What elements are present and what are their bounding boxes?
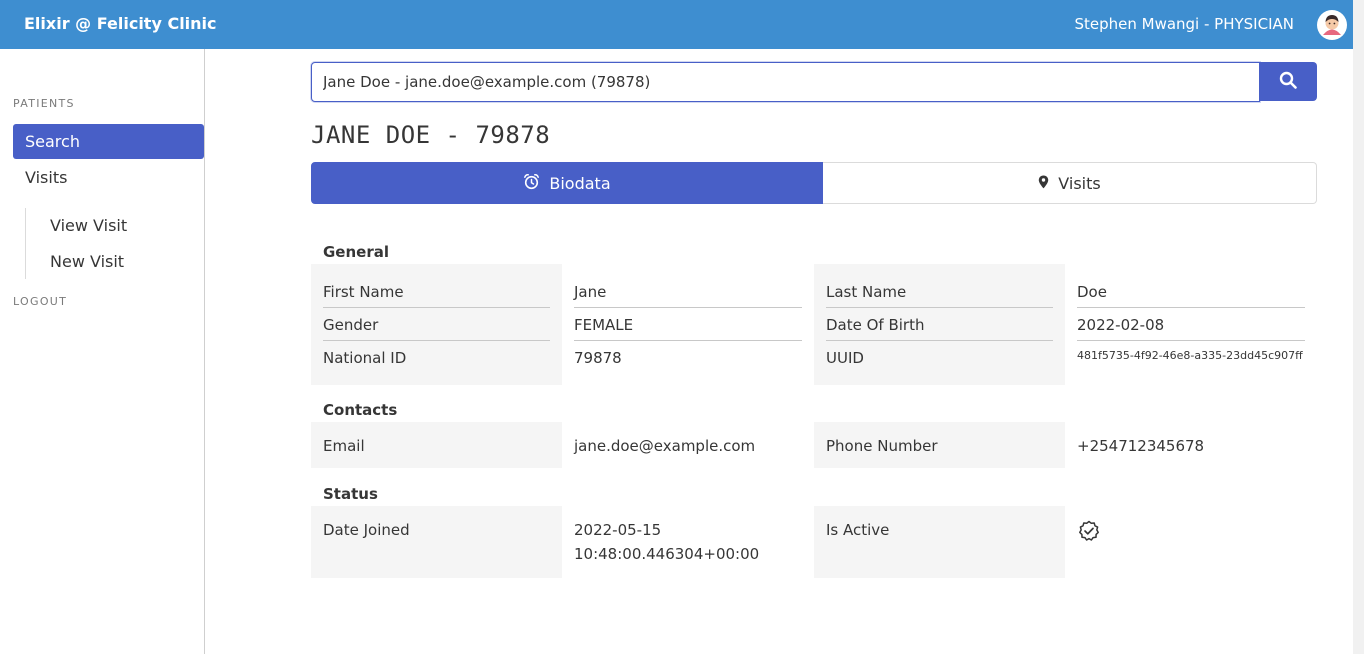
patient-tabs: Biodata Visits (311, 162, 1317, 204)
date-joined-value-time: 10:48:00.446304+00:00 (574, 545, 760, 563)
search-icon (1279, 71, 1297, 92)
page-scrollbar[interactable] (1353, 0, 1364, 654)
tab-biodata-label: Biodata (549, 173, 611, 193)
status-labels-block-right (814, 506, 1065, 578)
map-pin-icon (1038, 174, 1049, 193)
email-label: Email (323, 437, 365, 455)
tab-visits[interactable]: Visits (823, 162, 1317, 204)
first-name-value: Jane (574, 283, 802, 308)
visits-submenu: View Visit New Visit (25, 208, 127, 279)
first-name-label: First Name (323, 283, 550, 308)
menu-label-patients: PATIENTS (13, 97, 75, 110)
top-navbar: Elixir @ Felicity Clinic Stephen Mwangi … (0, 0, 1353, 49)
dob-label: Date Of Birth (826, 316, 1053, 341)
verified-badge-icon (1078, 520, 1100, 546)
sidebar-item-logout[interactable]: LOGOUT (13, 295, 67, 308)
date-joined-label: Date Joined (323, 521, 410, 539)
uuid-label: UUID (826, 349, 864, 367)
sidebar-subitem-new-visit[interactable]: New Visit (50, 252, 124, 271)
section-status-title: Status (323, 485, 378, 503)
sidebar-subitem-view-visit[interactable]: View Visit (50, 216, 127, 235)
section-contacts-title: Contacts (323, 401, 398, 419)
alarm-clock-icon (523, 173, 540, 194)
uuid-value: 481f5735-4f92-46e8-a335-23dd45c907ff (1077, 349, 1303, 362)
patient-title: JANE DOE - 79878 (311, 121, 551, 149)
sidebar: PATIENTS Search Visits View Visit New Vi… (0, 49, 205, 654)
user-avatar-icon[interactable] (1317, 10, 1347, 40)
brand-title[interactable]: Elixir @ Felicity Clinic (24, 14, 217, 33)
status-labels-block-left (311, 506, 562, 578)
dob-value: 2022-02-08 (1077, 316, 1305, 341)
last-name-label: Last Name (826, 283, 1053, 308)
national-id-value: 79878 (574, 349, 622, 367)
email-value: jane.doe@example.com (574, 437, 756, 455)
is-active-label: Is Active (826, 521, 890, 539)
gender-label: Gender (323, 316, 550, 341)
national-id-label: National ID (323, 349, 407, 367)
current-user-name[interactable]: Stephen Mwangi - PHYSICIAN (1074, 15, 1294, 33)
section-general-title: General (323, 243, 389, 261)
phone-value: +254712345678 (1077, 437, 1205, 455)
patient-search-input[interactable] (311, 62, 1260, 102)
sidebar-item-search[interactable]: Search (13, 124, 204, 159)
tab-biodata[interactable]: Biodata (311, 162, 823, 204)
tab-visits-label: Visits (1058, 173, 1101, 193)
sidebar-item-visits[interactable]: Visits (13, 160, 204, 195)
gender-value: FEMALE (574, 316, 802, 341)
search-button[interactable] (1259, 62, 1317, 101)
date-joined-value-date: 2022-05-15 (574, 521, 662, 539)
last-name-value: Doe (1077, 283, 1305, 308)
phone-label: Phone Number (826, 437, 938, 455)
